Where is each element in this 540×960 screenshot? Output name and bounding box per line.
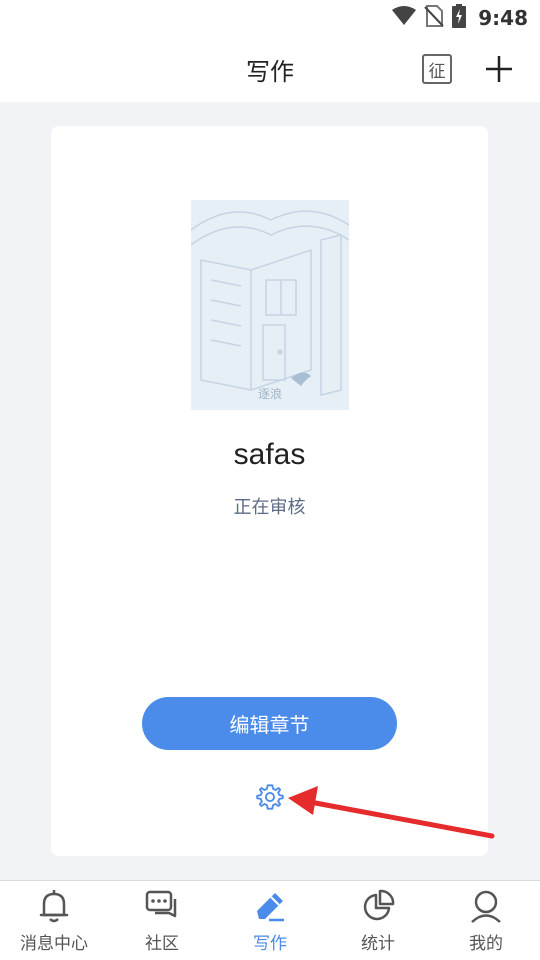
add-book-button[interactable] bbox=[482, 52, 516, 86]
tab-writing[interactable]: 写作 bbox=[216, 881, 324, 960]
status-bar: 9:48 bbox=[0, 0, 540, 36]
tab-messages[interactable]: 消息中心 bbox=[0, 881, 108, 960]
wifi-icon bbox=[392, 6, 417, 30]
bell-icon bbox=[39, 890, 69, 923]
user-icon bbox=[471, 890, 501, 923]
tab-profile[interactable]: 我的 bbox=[432, 881, 540, 960]
header: 写作 征 bbox=[0, 36, 540, 102]
plus-icon bbox=[486, 56, 512, 82]
book-card: 逐浪 safas 正在审核 编辑章节 bbox=[51, 126, 488, 856]
contest-icon: 征 bbox=[428, 61, 446, 82]
edit-chapters-button[interactable]: 编辑章节 bbox=[142, 697, 397, 750]
status-time: 9:48 bbox=[478, 6, 528, 30]
bottom-tab-bar: 消息中心 社区 写作 统计 我的 bbox=[0, 880, 540, 960]
no-sim-icon bbox=[424, 5, 444, 31]
battery-charging-icon bbox=[452, 4, 467, 32]
contest-button[interactable]: 征 bbox=[422, 54, 452, 84]
pie-chart-icon bbox=[363, 889, 395, 921]
tab-label: 消息中心 bbox=[20, 934, 88, 954]
tab-label: 我的 bbox=[469, 934, 503, 954]
tab-statistics[interactable]: 统计 bbox=[324, 881, 432, 960]
pen-icon bbox=[257, 893, 284, 922]
tab-label: 社区 bbox=[145, 934, 179, 954]
page-title: 写作 bbox=[246, 58, 294, 86]
book-cover[interactable]: 逐浪 bbox=[191, 200, 349, 410]
tab-community[interactable]: 社区 bbox=[108, 881, 216, 960]
cover-watermark: 逐浪 bbox=[257, 387, 282, 401]
book-title: safas bbox=[233, 438, 306, 471]
settings-button[interactable] bbox=[255, 782, 285, 812]
gear-icon bbox=[256, 784, 284, 810]
book-cover-illustration bbox=[191, 200, 349, 410]
tab-label: 写作 bbox=[253, 934, 287, 954]
tab-label: 统计 bbox=[361, 934, 395, 954]
chat-icon bbox=[145, 890, 177, 918]
review-status: 正在审核 bbox=[233, 497, 306, 518]
